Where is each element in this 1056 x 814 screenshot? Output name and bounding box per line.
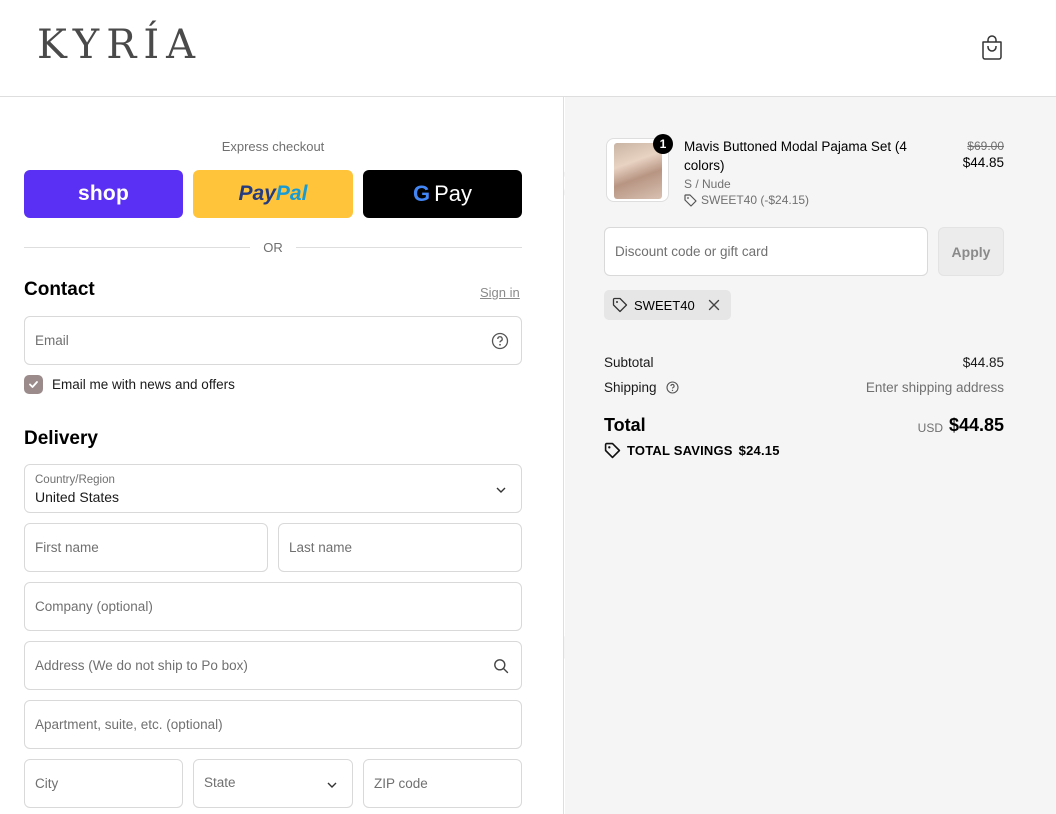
close-icon[interactable]: [707, 298, 721, 312]
delivery-heading: Delivery: [24, 428, 98, 449]
contact-heading: Contact: [24, 279, 95, 300]
address-field[interactable]: Address (We do not ship to Po box): [24, 641, 522, 690]
brand-logo[interactable]: KYRÍA: [37, 22, 202, 68]
newsletter-checkbox[interactable]: [24, 374, 43, 394]
company-placeholder: Company (optional): [35, 599, 153, 614]
city-field[interactable]: City: [24, 759, 183, 808]
shipping-value: Enter shipping address: [865, 380, 1004, 395]
first-name-placeholder: First name: [35, 540, 99, 555]
apartment-field[interactable]: Apartment, suite, etc. (optional): [24, 700, 522, 749]
currency-code: USD: [917, 421, 943, 435]
product-name: Mavis Buttoned Modal Pajama Set (4 color…: [684, 139, 907, 173]
product-image: [614, 143, 662, 199]
paypal-label-pay: Pay: [238, 182, 276, 205]
country-select[interactable]: Country/Region United States: [24, 464, 522, 513]
newsletter-label: Email me with news and offers: [52, 376, 235, 392]
state-placeholder: State: [204, 775, 236, 790]
discount-placeholder: Discount code or gift card: [615, 244, 769, 259]
last-name-placeholder: Last name: [289, 540, 353, 555]
google-pay-label: Pay: [434, 181, 473, 206]
shipping-label-wrap: Shipping: [604, 380, 679, 395]
city-placeholder: City: [35, 776, 59, 791]
or-label: OR: [263, 240, 283, 255]
help-circle-icon[interactable]: [666, 381, 679, 394]
email-placeholder: Email: [35, 333, 69, 348]
current-price: $44.85: [962, 155, 1004, 170]
apartment-placeholder: Apartment, suite, etc. (optional): [35, 717, 223, 732]
applied-code-label: SWEET40: [634, 297, 695, 313]
total-value: $44.85: [948, 415, 1004, 435]
country-value: United States: [35, 489, 120, 505]
shopping-bag-icon[interactable]: [980, 34, 1004, 60]
paypal-button[interactable]: Pay Pal: [193, 170, 353, 218]
order-summary: 1 Mavis Buttoned Modal Pajama Set (4 col…: [565, 97, 1056, 814]
zip-field[interactable]: ZIP code: [363, 759, 522, 808]
state-select[interactable]: State: [193, 759, 353, 808]
express-checkout-label: Express checkout: [221, 139, 325, 154]
subtotal-label: Subtotal: [604, 355, 654, 370]
paypal-label-pal: Pal: [275, 182, 308, 205]
chevron-down-icon: [327, 782, 337, 788]
newsletter-option: Email me with news and offers: [24, 374, 235, 394]
original-price: $69.00: [967, 139, 1004, 153]
quantity-badge: 1: [653, 134, 673, 154]
chevron-down-icon: [496, 487, 506, 493]
applied-code-chip: SWEET40: [604, 290, 731, 320]
sign-in-link[interactable]: Sign in: [480, 285, 520, 300]
or-divider: OR: [24, 238, 522, 256]
site-header: KYRÍA: [0, 0, 1056, 97]
total-label: Total: [604, 415, 646, 435]
google-pay-button[interactable]: G Pay: [363, 170, 522, 218]
discount-code-input[interactable]: Discount code or gift card: [604, 227, 928, 276]
shop-pay-label: shop: [78, 182, 129, 205]
shipping-label: Shipping: [604, 380, 657, 395]
tag-icon: [612, 297, 628, 313]
savings-label: TOTAL SAVINGS: [627, 443, 733, 458]
search-icon[interactable]: [493, 658, 509, 674]
product-discount: SWEET40 (-$24.15): [684, 193, 809, 207]
checkmark-icon: [29, 380, 38, 388]
address-placeholder: Address (We do not ship to Po box): [35, 658, 248, 673]
tag-icon: [604, 442, 621, 459]
shop-pay-button[interactable]: shop: [24, 170, 183, 218]
total-savings: TOTAL SAVINGS $24.15: [604, 442, 780, 459]
apply-discount-button[interactable]: Apply: [938, 227, 1004, 276]
help-circle-icon[interactable]: [491, 332, 509, 350]
google-g-icon: G: [412, 181, 431, 206]
subtotal-value: $44.85: [962, 355, 1004, 370]
savings-value: $24.15: [738, 443, 780, 458]
first-name-field[interactable]: First name: [24, 523, 268, 572]
product-variant: S / Nude: [684, 177, 731, 191]
checkout-form: Express checkout shop Pay Pal G Pay OR Co…: [0, 97, 564, 814]
last-name-field[interactable]: Last name: [278, 523, 522, 572]
country-label: Country/Region: [35, 474, 115, 486]
zip-placeholder: ZIP code: [374, 776, 428, 791]
product-discount-text: SWEET40 (-$24.15): [701, 193, 810, 207]
email-field[interactable]: Email: [24, 316, 522, 365]
tag-icon: [684, 193, 697, 207]
company-field[interactable]: Company (optional): [24, 582, 522, 631]
